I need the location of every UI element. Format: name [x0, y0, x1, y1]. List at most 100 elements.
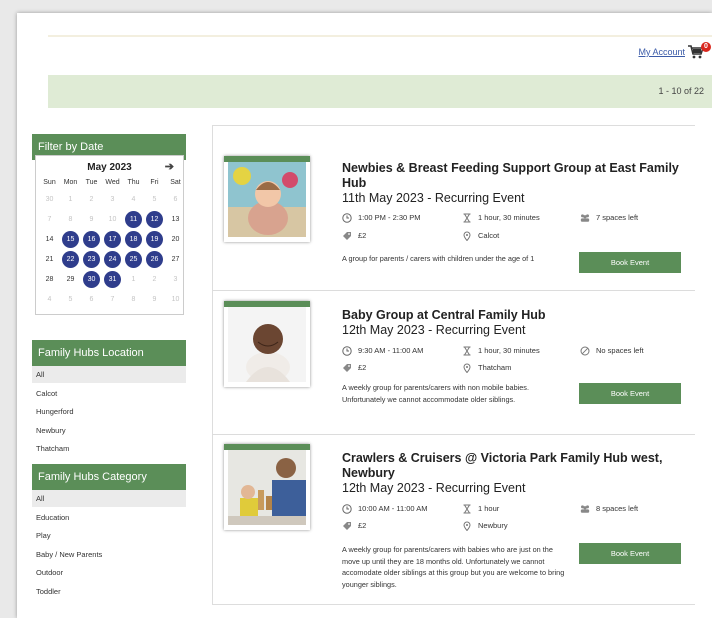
hourglass-icon [463, 504, 471, 514]
calendar-day: 3 [110, 196, 115, 203]
calendar-day: 27 [171, 256, 180, 263]
map-pin-icon [463, 521, 471, 532]
calendar-day-with-events[interactable]: 23 [83, 251, 100, 268]
event-spaces: 8 spaces left [596, 504, 639, 513]
cart-count-badge: 0 [701, 42, 711, 52]
calendar-day: 7 [110, 296, 115, 303]
no-entry-icon [580, 346, 590, 356]
calendar-day: 6 [89, 296, 94, 303]
category-filter-header: Family Hubs Category [32, 464, 186, 490]
calendar-day-with-events[interactable]: 11 [125, 211, 142, 228]
calendar-day-with-events[interactable]: 22 [62, 251, 79, 268]
calendar-day: 9 [89, 216, 94, 223]
event-date: 12th May 2023 - Recurring Event [342, 323, 526, 337]
location-option-thatcham[interactable]: Thatcham [32, 440, 186, 457]
people-icon [580, 214, 590, 222]
calendar-day: 1 [131, 276, 136, 283]
event-time: 1:00 PM - 2:30 PM [358, 213, 421, 222]
calendar-day: 21 [45, 256, 54, 263]
event-photo-frame[interactable] [224, 444, 310, 530]
event-title[interactable]: Crawlers & Cruisers @ Victoria Park Fami… [342, 451, 687, 481]
book-event-button[interactable]: Book Event [579, 543, 681, 564]
event-location: Newbury [478, 521, 508, 530]
event-price: £2 [358, 363, 367, 372]
event-title[interactable]: Baby Group at Central Family Hub [342, 308, 687, 323]
event-price: £2 [358, 231, 367, 240]
event-spaces: 7 spaces left [596, 213, 639, 222]
calendar-day: 29 [66, 276, 75, 283]
event-duration: 1 hour, 30 minutes [478, 346, 540, 355]
event-location: Calcot [478, 231, 500, 240]
category-option-outdoor[interactable]: Outdoor [32, 564, 186, 581]
event-duration: 1 hour [478, 504, 500, 513]
category-option-toddler[interactable]: Toddler [32, 583, 186, 600]
calendar-day: 1 [68, 196, 73, 203]
weekday-label: Sun [43, 179, 56, 186]
calendar-day-with-events[interactable]: 18 [125, 231, 142, 248]
event-spaces: No spaces left [596, 346, 644, 355]
event-card: Baby Group at Central Family Hub 12th Ma… [212, 291, 695, 435]
calendar-day: 5 [152, 196, 157, 203]
event-location: Thatcham [478, 363, 512, 372]
event-photo [228, 450, 306, 525]
price-tag-icon [343, 522, 351, 531]
weekday-label: Sat [170, 179, 181, 186]
event-time: 10:00 AM - 11:00 AM [358, 504, 428, 513]
arrow-right-icon[interactable]: ➔ [165, 160, 174, 173]
result-count: 1 - 10 of 22 [658, 86, 704, 96]
hourglass-icon [463, 213, 471, 223]
event-title[interactable]: Newbies & Breast Feeding Support Group a… [342, 161, 687, 191]
calendar-month: May 2023 [87, 162, 132, 173]
calendar-day: 4 [131, 196, 136, 203]
category-option-education[interactable]: Education [32, 509, 186, 526]
calendar-day-with-events[interactable]: 15 [62, 231, 79, 248]
calendar: May 2023 ➔ Sun Mon Tue Wed Thu Fri Sat 30 1 2 3 4 5 6… [35, 155, 184, 315]
category-option-play[interactable]: Play [32, 527, 186, 544]
calendar-day-with-events[interactable]: 30 [83, 271, 100, 288]
calendar-day: 14 [45, 236, 54, 243]
event-date: 11th May 2023 - Recurring Event [342, 191, 525, 205]
location-option-calcot[interactable]: Calcot [32, 385, 186, 402]
weekday-label: Tue [85, 179, 98, 186]
calendar-day-with-events[interactable]: 24 [104, 251, 121, 268]
results-bar: 1 - 10 of 22 [48, 75, 712, 108]
calendar-day: 4 [47, 296, 52, 303]
category-option-all[interactable]: All [32, 490, 186, 507]
weekday-label: Mon [63, 179, 78, 186]
event-duration: 1 hour, 30 minutes [478, 213, 540, 222]
calendar-day: 2 [89, 196, 94, 203]
book-event-button[interactable]: Book Event [579, 383, 681, 404]
book-event-button[interactable]: Book Event [579, 252, 681, 273]
clock-icon [342, 504, 352, 514]
event-photo-frame[interactable] [224, 156, 310, 242]
calendar-day-with-events[interactable]: 26 [146, 251, 163, 268]
calendar-day: 9 [152, 296, 157, 303]
location-option-all[interactable]: All [32, 366, 186, 383]
location-option-hungerford[interactable]: Hungerford [32, 403, 186, 420]
calendar-day: 7 [47, 216, 52, 223]
header-divider [48, 35, 712, 37]
my-account-link[interactable]: My Account [638, 47, 685, 57]
event-time: 9:30 AM - 11:00 AM [358, 346, 424, 355]
price-tag-icon [343, 364, 351, 373]
calendar-day: 13 [171, 216, 180, 223]
event-price: £2 [358, 521, 367, 530]
category-option-baby-new-parents[interactable]: Baby / New Parents [32, 546, 186, 563]
location-option-newbury[interactable]: Newbury [32, 422, 186, 439]
calendar-day: 8 [131, 296, 136, 303]
calendar-day-with-events[interactable]: 31 [104, 271, 121, 288]
event-photo-frame[interactable] [224, 301, 310, 387]
calendar-day-with-events[interactable]: 12 [146, 211, 163, 228]
calendar-day: 28 [45, 276, 54, 283]
weekday-label: Thu [127, 179, 140, 186]
calendar-day-with-events[interactable]: 25 [125, 251, 142, 268]
calendar-day-with-events[interactable]: 19 [146, 231, 163, 248]
map-pin-icon [463, 231, 471, 242]
calendar-day-with-events[interactable]: 17 [104, 231, 121, 248]
event-description: A group for parents / carers with childr… [342, 254, 535, 263]
clock-icon [342, 346, 352, 356]
event-card: Newbies & Breast Feeding Support Group a… [212, 142, 695, 291]
calendar-day: 2 [152, 276, 157, 283]
calendar-day-with-events[interactable]: 16 [83, 231, 100, 248]
weekday-label: Wed [105, 179, 120, 186]
